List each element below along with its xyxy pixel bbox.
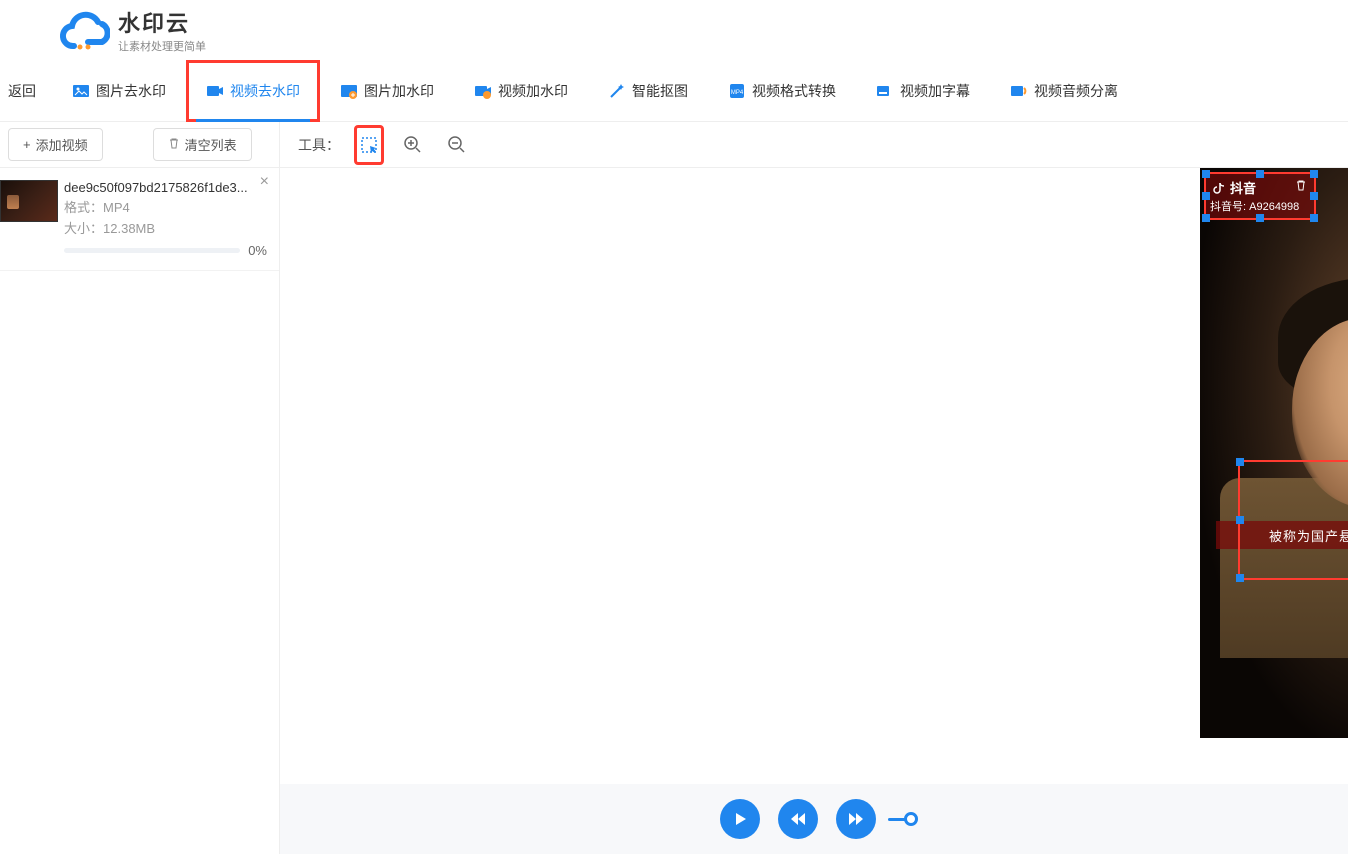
video-thumbnail xyxy=(0,180,58,222)
subtitle-icon xyxy=(876,82,894,100)
video-icon xyxy=(206,82,224,100)
player-controls xyxy=(280,784,1348,854)
watermark-selection-top[interactable]: 抖音 抖音号: A9264998 xyxy=(1204,172,1316,220)
audio-split-icon xyxy=(1010,82,1028,100)
remove-item-button[interactable]: × xyxy=(260,174,269,190)
seek-slider[interactable] xyxy=(894,812,918,826)
list-item[interactable]: × dee9c50f097bd2175826f1de3... 格式：MP4 大小… xyxy=(0,168,279,271)
nav-video-format-convert[interactable]: MP4 视频格式转换 xyxy=(708,60,856,122)
nav-image-remove-watermark[interactable]: 图片去水印 xyxy=(52,60,186,122)
preview-canvas[interactable]: 被称为国产悬疑片天花板级别 抖音 抖音号: A9264998 xyxy=(280,168,1348,784)
video-filename: dee9c50f097bd2175826f1de3... xyxy=(64,180,267,195)
douyin-id: 抖音号: A9264998 xyxy=(1210,198,1299,214)
zoom-in-button[interactable] xyxy=(398,130,428,160)
nav-video-audio-split[interactable]: 视频音频分离 xyxy=(990,60,1138,122)
nav-smart-cutout[interactable]: 智能抠图 xyxy=(588,60,708,122)
trash-icon xyxy=(168,137,180,152)
app-header: 水印云 让素材处理更简单 xyxy=(0,0,1348,60)
logo-cloud-icon xyxy=(58,10,110,50)
toolbar-label: 工具： xyxy=(298,135,340,155)
logo-subtitle: 让素材处理更简单 xyxy=(118,38,206,54)
progress-percent: 0% xyxy=(248,243,267,258)
sidebar: + 添加视频 清空列表 × dee9c50f097bd2175826f1de3.… xyxy=(0,122,280,854)
nav-video-remove-watermark[interactable]: 视频去水印 xyxy=(186,60,320,122)
image-icon xyxy=(72,82,90,100)
rewind-button[interactable] xyxy=(778,799,818,839)
clear-list-button[interactable]: 清空列表 xyxy=(153,128,252,161)
logo-title: 水印云 xyxy=(118,6,206,38)
main-nav: 返回 图片去水印 视频去水印 图片加水印 视频加水印 智能抠图 MP4 视频格式… xyxy=(0,60,1348,122)
video-size: 大小：12.38MB xyxy=(64,218,267,237)
svg-text:MP4: MP4 xyxy=(731,90,744,96)
convert-icon: MP4 xyxy=(728,82,746,100)
watermark-selection-subtitle[interactable] xyxy=(1238,460,1348,580)
nav-back[interactable]: 返回 xyxy=(4,60,52,122)
add-video-button[interactable]: + 添加视频 xyxy=(8,128,103,161)
tool-highlight-annotation xyxy=(354,125,384,165)
play-button[interactable] xyxy=(720,799,760,839)
zoom-out-button[interactable] xyxy=(442,130,472,160)
magic-wand-icon xyxy=(608,82,626,100)
slider-thumb[interactable] xyxy=(904,812,918,826)
douyin-watermark: 抖音 xyxy=(1212,178,1256,197)
nav-video-add-subtitle[interactable]: 视频加字幕 xyxy=(856,60,990,122)
forward-button[interactable] xyxy=(836,799,876,839)
main-panel: 工具： 被称为国产悬疑片天花板级别 xyxy=(280,122,1348,854)
image-plus-icon xyxy=(340,82,358,100)
nav-video-add-watermark[interactable]: 视频加水印 xyxy=(454,60,588,122)
selection-tool-button[interactable] xyxy=(357,130,381,160)
plus-icon: + xyxy=(23,137,31,152)
video-format: 格式：MP4 xyxy=(64,197,267,216)
nav-image-add-watermark[interactable]: 图片加水印 xyxy=(320,60,454,122)
app-logo: 水印云 让素材处理更简单 xyxy=(58,6,206,54)
video-list: × dee9c50f097bd2175826f1de3... 格式：MP4 大小… xyxy=(0,168,279,854)
delete-selection-icon[interactable] xyxy=(1294,178,1308,195)
progress-bar xyxy=(64,248,240,253)
video-preview[interactable]: 被称为国产悬疑片天花板级别 抖音 抖音号: A9264998 xyxy=(1200,168,1348,738)
toolbar: 工具： xyxy=(280,122,1348,168)
video-plus-icon xyxy=(474,82,492,100)
